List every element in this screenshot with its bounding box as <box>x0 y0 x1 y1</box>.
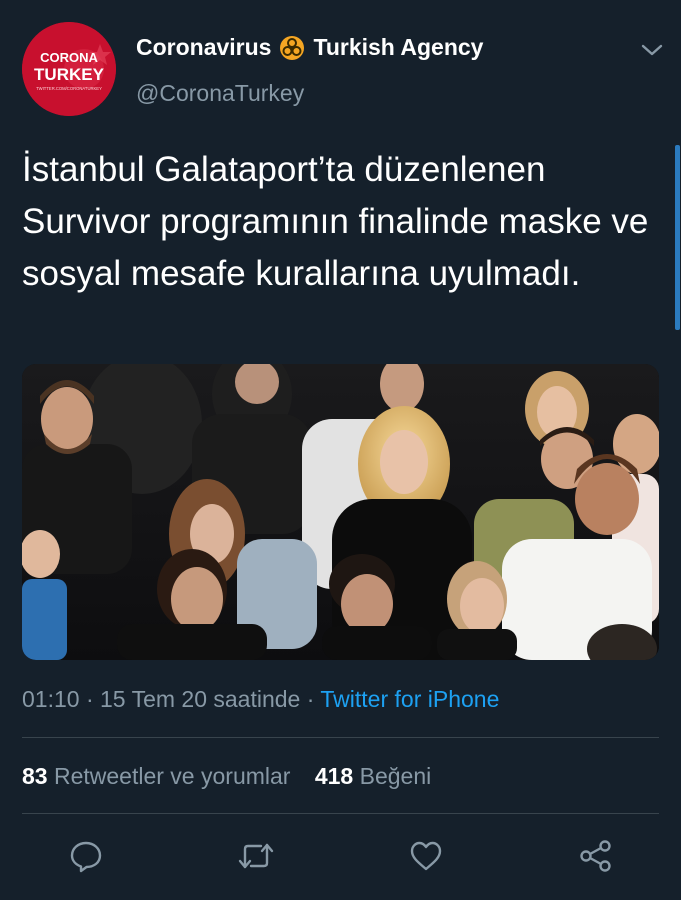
avatar-line3: TWITTER.COM/CORONATURKEY <box>36 86 102 91</box>
share-icon[interactable] <box>576 836 616 876</box>
divider <box>22 737 659 738</box>
tweet-timestamp: 01:10 · 15 Tem 20 saatinde · Twitter for… <box>22 686 499 713</box>
biohazard-icon <box>279 35 305 61</box>
retweet-count[interactable]: 83 <box>22 763 48 789</box>
avatar-line2: TURKEY <box>34 65 105 84</box>
separator: · <box>85 686 94 712</box>
chevron-down-icon[interactable] <box>640 38 664 62</box>
avatar-line1: CORONA <box>40 50 98 65</box>
like-icon[interactable] <box>406 836 446 876</box>
corona-turkey-logo: CORONA TURKEY TWITTER.COM/CORONATURKEY <box>22 22 116 116</box>
tweet-date: 15 Tem 20 saatinde <box>100 686 301 712</box>
like-label[interactable]: Beğeni <box>360 763 432 789</box>
avatar[interactable]: CORONA TURKEY TWITTER.COM/CORONATURKEY <box>22 22 116 116</box>
divider <box>22 813 659 814</box>
user-handle[interactable]: @CoronaTurkey <box>136 80 304 107</box>
retweet-label[interactable]: Retweetler ve yorumlar <box>54 763 290 789</box>
tweet-text: İstanbul Galataport’ta düzenlenen Surviv… <box>22 150 649 293</box>
reply-icon[interactable] <box>66 836 106 876</box>
retweet-icon[interactable] <box>236 836 276 876</box>
tweet-stats: 83 Retweetler ve yorumlar 418 Beğeni <box>22 763 431 790</box>
separator: · <box>306 686 315 712</box>
display-name-part2: Turkish Agency <box>313 34 484 60</box>
tweet-photo[interactable] <box>22 364 659 660</box>
display-name-part1: Coronavirus <box>136 34 272 60</box>
tweet-source-link[interactable]: Twitter for iPhone <box>320 686 499 712</box>
like-count[interactable]: 418 <box>315 763 353 789</box>
tweet-time: 01:10 <box>22 686 80 712</box>
scroll-indicator <box>675 145 680 330</box>
crowd-photo <box>22 364 659 660</box>
author-name[interactable]: Coronavirus Turkish Agency <box>136 34 483 61</box>
